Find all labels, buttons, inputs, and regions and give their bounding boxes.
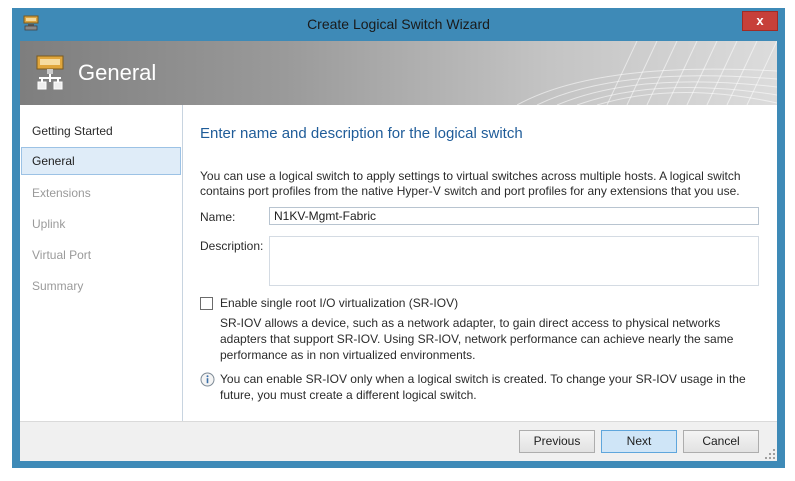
intro-line: contains port profiles from the native H…	[200, 184, 740, 198]
info-icon	[200, 372, 215, 387]
sriov-description-line: SR-IOV allows a device, such as a networ…	[220, 316, 721, 330]
sriov-checkbox[interactable]	[200, 297, 213, 310]
intro-line: You can use a logical switch to apply se…	[200, 169, 741, 183]
resize-grip-icon[interactable]	[765, 449, 775, 459]
wizard-content: General Getting Started General Extensio…	[20, 41, 777, 461]
sriov-info-text: You can enable SR-IOV only when a logica…	[220, 371, 750, 403]
next-button[interactable]: Next	[601, 430, 677, 453]
page-title: General	[78, 60, 157, 85]
wizard-window: Create Logical Switch Wizard x General G…	[12, 8, 785, 468]
step-summary[interactable]: Summary	[21, 272, 181, 300]
sriov-checkbox-label[interactable]: Enable single root I/O virtualization (S…	[220, 296, 458, 310]
step-getting-started[interactable]: Getting Started	[21, 117, 181, 145]
logical-switch-icon	[36, 55, 64, 90]
sriov-description-line: adapters that support SR-IOV. Using SR-I…	[220, 332, 734, 346]
banner-decoration	[517, 41, 777, 105]
step-general[interactable]: General	[21, 147, 181, 175]
cancel-button[interactable]: Cancel	[683, 430, 759, 453]
info-line: future, you must create a different logi…	[220, 388, 477, 402]
info-line: You can enable SR-IOV only when a logica…	[220, 372, 746, 386]
wizard-steps: Getting Started General Extensions Uplin…	[20, 105, 183, 421]
sriov-description: SR-IOV allows a device, such as a networ…	[220, 315, 740, 363]
title-bar[interactable]: Create Logical Switch Wizard x	[12, 8, 785, 39]
window-title: Create Logical Switch Wizard	[307, 16, 490, 32]
main-panel: Enter name and description for the logic…	[184, 105, 777, 421]
step-uplink[interactable]: Uplink	[21, 210, 181, 238]
name-input[interactable]	[269, 207, 759, 225]
page-banner: General	[20, 41, 777, 105]
step-extensions[interactable]: Extensions	[21, 179, 181, 207]
description-label: Description:	[200, 239, 264, 253]
section-heading: Enter name and description for the logic…	[200, 125, 523, 142]
wizard-footer: Previous Next Cancel	[20, 421, 777, 461]
close-button[interactable]: x	[742, 11, 778, 31]
previous-button[interactable]: Previous	[519, 430, 595, 453]
sriov-description-line: performance as in non virtualized enviro…	[220, 348, 476, 362]
description-input[interactable]	[269, 236, 759, 286]
name-label: Name:	[200, 210, 236, 224]
intro-text: You can use a logical switch to apply se…	[200, 169, 775, 199]
step-virtual-port[interactable]: Virtual Port	[21, 241, 181, 269]
